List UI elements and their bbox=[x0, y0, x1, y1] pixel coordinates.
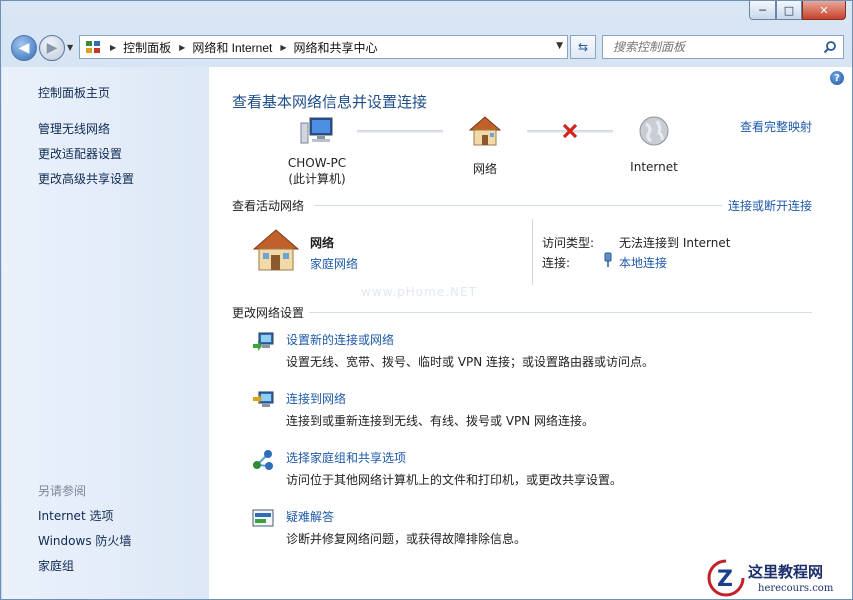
computer-subtitle: (此计算机) bbox=[288, 172, 346, 186]
divider bbox=[314, 205, 722, 206]
back-button[interactable]: ◀ bbox=[11, 35, 37, 61]
title-bar: ─ □ ✕ bbox=[1, 1, 852, 27]
control-panel-icon bbox=[84, 39, 102, 55]
ethernet-plug-icon bbox=[603, 252, 613, 271]
new-connection-icon bbox=[251, 330, 275, 354]
homegroup-sharing-link[interactable]: 选择家庭组和共享选项 bbox=[286, 449, 406, 466]
globe-icon bbox=[639, 116, 669, 146]
home-network-house-icon bbox=[251, 227, 301, 276]
address-history-dropdown[interactable]: ▼ bbox=[556, 41, 563, 51]
connect-to-network-link[interactable]: 连接到网络 bbox=[286, 390, 346, 407]
window: ─ □ ✕ ◀ ▶ ▼ ▶ 控制面板 ▶ 网络和 Internet ▶ 网络和共… bbox=[0, 0, 853, 600]
breadcrumb-control-panel[interactable]: 控制面板 bbox=[123, 39, 171, 56]
refresh-button[interactable]: ⇆ bbox=[570, 35, 596, 59]
setup-connection-link[interactable]: 设置新的连接或网络 bbox=[286, 331, 394, 348]
svg-text:Z: Z bbox=[717, 567, 733, 592]
sidebar-item-internet-options[interactable]: Internet 选项 bbox=[38, 507, 113, 524]
map-node-internet[interactable]: Internet bbox=[619, 115, 689, 174]
forward-button[interactable]: ▶ bbox=[39, 35, 65, 61]
connect-disconnect-link[interactable]: 连接或断开连接 bbox=[728, 197, 812, 214]
help-icon: ? bbox=[834, 72, 840, 84]
network-type-link[interactable]: 家庭网络 bbox=[310, 255, 358, 272]
sidebar-item-advanced-sharing[interactable]: 更改高级共享设置 bbox=[38, 170, 134, 187]
help-button[interactable]: ? bbox=[830, 71, 844, 85]
refresh-icon: ⇆ bbox=[577, 40, 589, 54]
breadcrumb-network-sharing-center[interactable]: 网络和共享中心 bbox=[294, 39, 378, 56]
main-content: ? 查看基本网络信息并设置连接 查看完整映射 CHOW-PC (此计算机) 网络… bbox=[209, 67, 852, 599]
watermark-text: www.pHome.NET bbox=[361, 285, 477, 299]
forward-arrow-icon: ▶ bbox=[46, 40, 58, 56]
internet-node-label: Internet bbox=[630, 160, 678, 174]
map-link-computer-network bbox=[357, 130, 443, 133]
minimize-button[interactable]: ─ bbox=[749, 1, 776, 20]
search-icon[interactable] bbox=[823, 40, 837, 57]
troubleshoot-link[interactable]: 疑难解答 bbox=[286, 508, 334, 525]
divider bbox=[309, 312, 812, 313]
sidebar-item-control-panel-home[interactable]: 控制面板主页 bbox=[38, 84, 110, 101]
search-input[interactable] bbox=[603, 36, 813, 58]
active-network-name: 网络 bbox=[310, 236, 335, 250]
page-title: 查看基本网络信息并设置连接 bbox=[232, 93, 428, 111]
troubleshoot-icon bbox=[251, 507, 275, 531]
back-arrow-icon: ◀ bbox=[18, 40, 30, 56]
connect-to-network-desc: 连接到或重新连接到无线、有线、拨号或 VPN 网络连接。 bbox=[286, 414, 595, 428]
breadcrumb-network-internet[interactable]: 网络和 Internet bbox=[192, 39, 272, 56]
setup-connection-desc: 设置无线、宽带、拨号、临时或 VPN 连接；或设置路由器或访问点。 bbox=[286, 355, 655, 369]
active-networks-heading: 查看活动网络 bbox=[232, 199, 305, 213]
troubleshoot-desc: 诊断并修复网络问题，或获得故障排除信息。 bbox=[286, 532, 527, 546]
site-watermark: Z 这里教程网 herecours.com bbox=[702, 553, 852, 599]
connections-label: 连接: bbox=[542, 256, 571, 270]
vertical-divider bbox=[532, 219, 533, 285]
computer-icon bbox=[300, 117, 333, 144]
sidebar-item-windows-firewall[interactable]: Windows 防火墙 bbox=[38, 532, 131, 549]
close-button[interactable]: ✕ bbox=[802, 1, 846, 20]
map-node-computer[interactable]: CHOW-PC (此计算机) bbox=[277, 115, 357, 187]
homegroup-sharing-desc: 访问位于其他网络计算机上的文件和打印机，或更改共享设置。 bbox=[286, 473, 623, 487]
sidebar-item-manage-wireless[interactable]: 管理无线网络 bbox=[38, 120, 110, 137]
recent-pages-dropdown[interactable]: ▼ bbox=[67, 43, 73, 52]
address-bar[interactable]: ▶ 控制面板 ▶ 网络和 Internet ▶ 网络和共享中心 ▼ bbox=[79, 35, 568, 59]
house-icon bbox=[468, 116, 502, 146]
site-url: herecours.com bbox=[758, 583, 834, 594]
breadcrumb-separator[interactable]: ▶ bbox=[179, 43, 185, 52]
view-full-map-link[interactable]: 查看完整映射 bbox=[740, 118, 812, 135]
breadcrumb-separator[interactable]: ▶ bbox=[280, 43, 286, 52]
network-node-label: 网络 bbox=[472, 162, 497, 176]
local-connection-link[interactable]: 本地连接 bbox=[619, 254, 667, 271]
change-settings-heading: 更改网络设置 bbox=[232, 306, 305, 320]
maximize-button[interactable]: □ bbox=[776, 1, 802, 20]
search-box[interactable] bbox=[602, 35, 844, 59]
sidebar: 控制面板主页 管理无线网络 更改适配器设置 更改高级共享设置 另请参阅 Inte… bbox=[2, 67, 209, 599]
window-controls: ─ □ ✕ bbox=[749, 1, 846, 20]
computer-name: CHOW-PC bbox=[287, 156, 347, 170]
map-node-network[interactable]: 网络 bbox=[455, 115, 515, 177]
connect-network-icon bbox=[251, 389, 275, 413]
sidebar-item-homegroup[interactable]: 家庭组 bbox=[38, 557, 74, 574]
see-also-heading: 另请参阅 bbox=[38, 484, 87, 498]
disconnected-x-icon bbox=[562, 123, 578, 142]
access-type-label: 访问类型: bbox=[542, 236, 595, 250]
sidebar-item-adapter-settings[interactable]: 更改适配器设置 bbox=[38, 145, 122, 162]
access-type-value: 无法连接到 Internet bbox=[619, 236, 731, 250]
navigation-bar: ◀ ▶ ▼ ▶ 控制面板 ▶ 网络和 Internet ▶ 网络和共享中心 ▼ … bbox=[1, 29, 852, 65]
breadcrumb-separator[interactable]: ▶ bbox=[110, 43, 116, 52]
homegroup-icon bbox=[251, 448, 275, 472]
site-logo-icon: Z bbox=[707, 559, 745, 597]
site-name: 这里教程网 bbox=[748, 563, 824, 581]
